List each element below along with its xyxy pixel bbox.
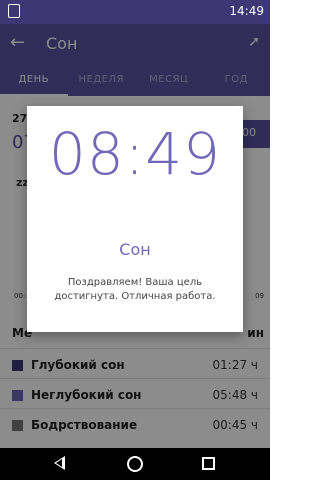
nav-recents-icon[interactable]	[202, 457, 215, 470]
dialog-time: 08:49	[48, 120, 222, 188]
nav-back-icon[interactable]	[54, 456, 65, 470]
notification-icon	[8, 4, 20, 18]
system-nav-bar	[0, 448, 270, 480]
status-time: 14:49	[229, 4, 264, 18]
nav-home-icon[interactable]	[127, 456, 143, 472]
status-bar: 14:49	[0, 0, 270, 24]
dialog-title: Сон	[119, 240, 151, 259]
goal-achieved-dialog: 08:49 Сон Поздравляем! Ваша цель достигн…	[27, 106, 243, 332]
dialog-message: Поздравляем! Ваша цель достигнута. Отлич…	[54, 277, 216, 302]
